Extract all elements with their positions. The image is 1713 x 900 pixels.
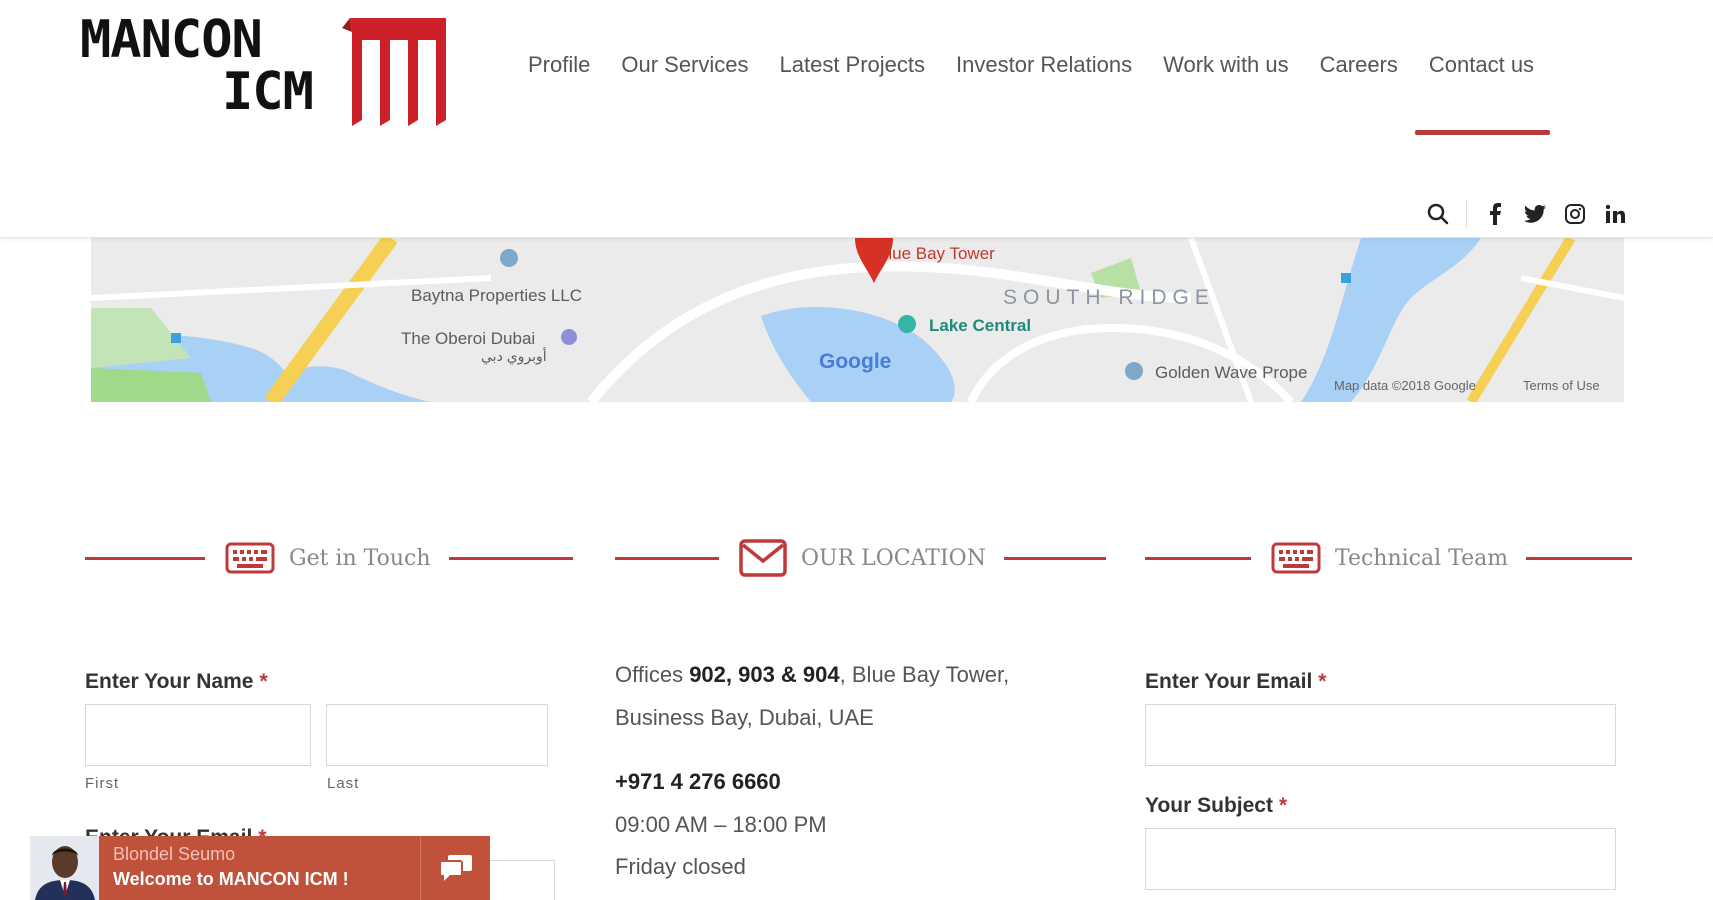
heading-line (85, 556, 205, 560)
name-label: Enter Your Name * (85, 670, 268, 694)
heading-line (1526, 556, 1633, 560)
heading-text: OUR LOCATION (801, 545, 986, 571)
nav-item-our-services[interactable]: Our Services (621, 52, 748, 78)
closed-day: Friday closed (615, 854, 746, 879)
heading-line (448, 556, 573, 560)
heading-text: Get in Touch (289, 545, 431, 571)
chat-agent-name: Blondel Seumo (113, 844, 236, 864)
offices-numbers: 902, 903 & 904 (689, 662, 840, 687)
heading-line (615, 556, 719, 560)
first-sublabel: First (85, 775, 120, 792)
instagram-icon[interactable] (1563, 202, 1587, 226)
map-place-golden-wave: Golden Wave Prope (1155, 363, 1308, 382)
chat-open-button[interactable] (420, 836, 490, 900)
divider (1466, 200, 1467, 228)
nav-item-latest-projects[interactable]: Latest Projects (780, 52, 926, 78)
map-place-lake-central: Lake Central (929, 316, 1032, 335)
nav-item-careers[interactable]: Careers (1320, 52, 1398, 78)
map-place-baytna: Baytna Properties LLC (411, 286, 583, 305)
page: MANCON ICM Profile Our Services Latest P… (0, 0, 1713, 900)
header-icons (1410, 200, 1627, 228)
required-mark: * (1318, 670, 1327, 693)
nav-item-profile[interactable]: Profile (528, 52, 590, 78)
logo-mark-icon (342, 18, 446, 126)
first-name-input[interactable] (85, 704, 311, 766)
heading-technical-team: Technical Team (1145, 536, 1633, 580)
heading-line (1145, 556, 1251, 560)
twitter-icon[interactable] (1523, 202, 1547, 226)
heading-line (1003, 556, 1106, 560)
email-label-text: Enter Your Email (1145, 670, 1313, 693)
avatar (30, 836, 100, 900)
map-attribution: Map data ©2018 Google (1334, 378, 1476, 393)
map-terms-link[interactable]: Terms of Use (1523, 378, 1600, 393)
offices-prefix: Offices (615, 662, 690, 687)
offices-suffix: , Blue Bay Tower, (839, 662, 1010, 687)
office-hours: 09:00 AM – 18:00 PM (615, 812, 827, 837)
map-place-oberoi-arabic: أوبروي دبي (481, 348, 547, 364)
phone-number[interactable]: +971 4 276 6660 (615, 769, 781, 795)
envelope-icon (739, 539, 787, 577)
heading-our-location: OUR LOCATION (615, 536, 1106, 580)
map-marker-label: Blue Bay Tower (877, 244, 995, 263)
logo-line1: MANCON (80, 10, 263, 70)
map-area-label: SOUTH RIDGE (1003, 286, 1215, 309)
facebook-icon[interactable] (1483, 202, 1507, 226)
linkedin-icon[interactable] (1603, 202, 1627, 226)
nav-item-investor-relations[interactable]: Investor Relations (956, 52, 1132, 78)
map-place-oberoi: The Oberoi Dubai (401, 329, 536, 348)
subject-label-text: Your Subject (1145, 794, 1273, 817)
main-nav: Profile Our Services Latest Projects Inv… (528, 52, 1565, 135)
required-mark: * (259, 670, 268, 693)
subject-label: Your Subject * (1145, 794, 1287, 818)
address-line-1: Offices 902, 903 & 904, Blue Bay Tower, (615, 662, 1009, 688)
chat-bar[interactable]: Blondel Seumo Welcome to MANCON ICM ! (99, 836, 420, 900)
google-map[interactable]: Blue Bay Tower SOUTH RIDGE Baytna Proper… (91, 238, 1624, 402)
last-name-input[interactable] (326, 704, 548, 766)
email-input[interactable] (1145, 704, 1616, 766)
required-mark: * (1278, 794, 1288, 817)
keyboard-icon (225, 542, 275, 574)
email-label: Enter Your Email * (1145, 670, 1326, 694)
nav-item-work-with-us[interactable]: Work with us (1163, 52, 1289, 78)
logo-text: MANCON ICM (80, 14, 314, 122)
logo-line2: ICM (222, 62, 314, 122)
chat-bubbles-icon (438, 855, 472, 881)
site-header: MANCON ICM Profile Our Services Latest P… (0, 0, 1713, 238)
search-icon[interactable] (1426, 202, 1450, 226)
google-logo: Google (819, 350, 892, 373)
live-chat-widget[interactable]: Blondel Seumo Welcome to MANCON ICM ! (30, 836, 490, 900)
subject-input[interactable] (1145, 828, 1616, 890)
logo[interactable]: MANCON ICM (80, 14, 450, 126)
address-line-2: Business Bay, Dubai, UAE (615, 705, 874, 730)
nav-item-contact-us[interactable]: Contact us (1414, 52, 1551, 135)
name-label-text: Enter Your Name (85, 670, 254, 693)
last-sublabel: Last (327, 775, 360, 792)
heading-get-in-touch: Get in Touch (85, 536, 573, 580)
keyboard-icon (1271, 542, 1321, 574)
chat-welcome-text: Welcome to MANCON ICM ! (113, 869, 349, 889)
heading-text: Technical Team (1335, 545, 1509, 571)
